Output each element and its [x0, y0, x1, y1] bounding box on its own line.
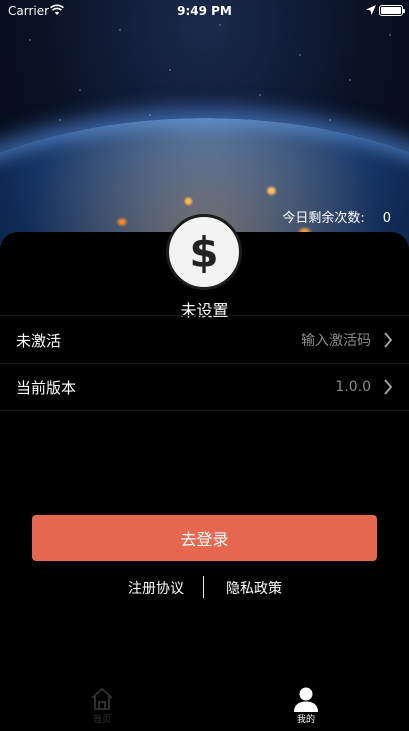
status-bar: Carrier 9:49 PM [0, 0, 409, 22]
register-agreement-link[interactable]: 注册协议 [128, 578, 184, 598]
activation-status-label: 未激活 [16, 331, 62, 350]
svg-text:$: $ [189, 229, 218, 275]
chevron-right-icon [384, 379, 393, 395]
tab-home-label: 首页 [92, 715, 111, 725]
link-separator [203, 576, 204, 598]
policy-links: 注册协议 隐私政策 [0, 576, 409, 598]
login-button[interactable]: 去登录 [32, 515, 377, 561]
remaining-label: 今日剩余次数: [282, 211, 365, 226]
location-arrow-icon [366, 5, 376, 15]
avatar[interactable]: $ [166, 214, 242, 290]
activation-row[interactable]: 未激活 输入激活码 [0, 317, 409, 363]
divider [0, 315, 409, 316]
chevron-right-icon [384, 332, 393, 348]
tab-home[interactable]: 首页 [72, 686, 132, 730]
home-icon [91, 687, 113, 710]
divider [0, 410, 409, 411]
version-row[interactable]: 当前版本 1.0.0 [0, 364, 409, 410]
version-value: 1.0.0 [335, 379, 371, 395]
privacy-policy-link[interactable]: 隐私政策 [226, 578, 282, 598]
tab-bar: 首页 我的 [0, 680, 409, 731]
status-time: 9:49 PM [177, 4, 232, 18]
tab-mine-label: 我的 [296, 715, 315, 725]
tab-mine[interactable]: 我的 [276, 686, 336, 730]
activation-code-hint: 输入激活码 [301, 333, 371, 349]
dollar-icon: $ [189, 229, 218, 275]
user-icon [294, 687, 318, 712]
version-label: 当前版本 [16, 378, 77, 397]
remaining-value: 0 [382, 211, 391, 226]
remaining-count: 今日剩余次数: 0 [282, 207, 391, 226]
battery-icon [379, 5, 405, 16]
